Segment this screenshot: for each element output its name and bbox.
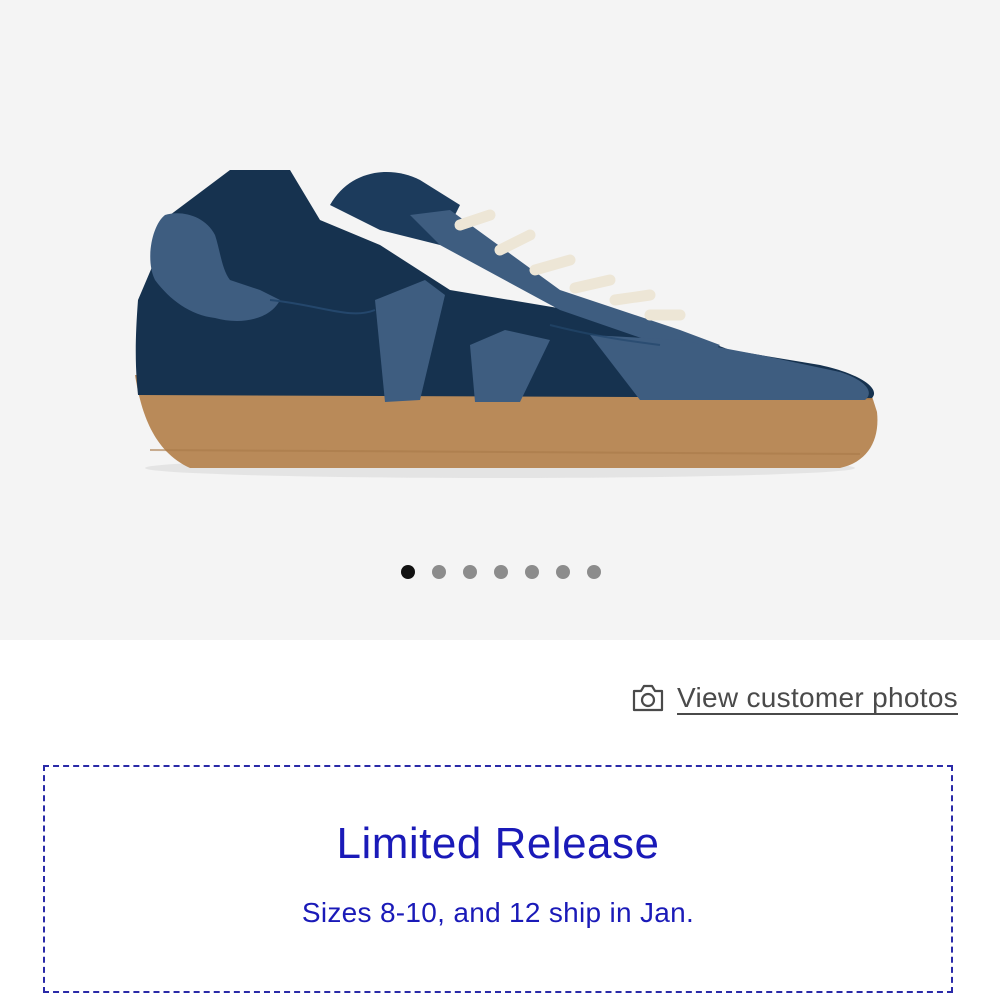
sneaker-product-image [135, 170, 878, 478]
limited-release-title: Limited Release [336, 819, 660, 868]
view-customer-photos-label[interactable]: View customer photos [677, 682, 958, 714]
view-customer-photos-link[interactable]: View customer photos [631, 682, 958, 714]
product-image-gallery[interactable] [0, 0, 1000, 640]
camera-icon [632, 684, 664, 712]
image-pagination-dots [1, 565, 1000, 579]
limited-release-banner: Limited Release Sizes 8-10, and 12 ship … [43, 765, 953, 993]
pagination-dot[interactable] [463, 565, 477, 579]
limited-release-subtitle: Sizes 8-10, and 12 ship in Jan. [301, 897, 695, 928]
pagination-dot[interactable] [525, 565, 539, 579]
pagination-dot[interactable] [556, 565, 570, 579]
pagination-dot[interactable] [432, 565, 446, 579]
pagination-dot[interactable] [401, 565, 415, 579]
pagination-dot[interactable] [494, 565, 508, 579]
pagination-dot[interactable] [587, 565, 601, 579]
